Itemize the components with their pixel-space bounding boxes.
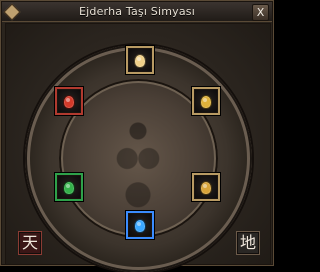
gem-icon xyxy=(200,95,212,110)
close-icon: X xyxy=(256,6,265,19)
earth-glyph: 地 xyxy=(239,233,256,252)
heaven-glyph: 天 xyxy=(21,233,38,252)
dragon-stone-slot-top[interactable] xyxy=(126,46,154,74)
dragon-motif xyxy=(102,109,174,219)
dragon-stone-board: 天 地 xyxy=(5,23,271,272)
window-title: Ejderha Taşı Simyası xyxy=(78,5,195,18)
dragon-stone-slot-bottom[interactable] xyxy=(126,211,154,239)
gem-icon xyxy=(63,181,75,196)
earth-button[interactable]: 地 xyxy=(236,231,260,255)
dragon-stone-slot-upper-right[interactable] xyxy=(192,87,220,115)
alchemy-window: Ejderha Taşı Simyası X 天 地 xyxy=(0,0,274,272)
heaven-button[interactable]: 天 xyxy=(18,231,42,255)
gem-icon xyxy=(63,95,75,110)
dragon-stone-slot-lower-left[interactable] xyxy=(55,173,83,201)
titlebar[interactable]: Ejderha Taşı Simyası X xyxy=(2,2,272,22)
gem-icon xyxy=(134,219,146,234)
gem-icon xyxy=(200,181,212,196)
dragon-stone-slot-upper-left[interactable] xyxy=(55,87,83,115)
close-button[interactable]: X xyxy=(252,4,269,21)
dragon-stone-slot-lower-right[interactable] xyxy=(192,173,220,201)
gem-icon xyxy=(134,54,146,69)
